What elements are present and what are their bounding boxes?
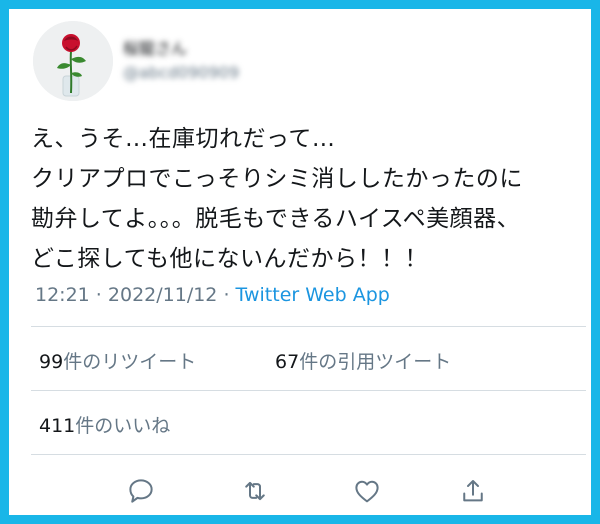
quotes-count: 67 <box>275 351 300 373</box>
share-icon <box>463 480 483 502</box>
author-display-name[interactable]: 桜龍さん <box>123 35 187 59</box>
tweet-line-4: どこ探しても他にないんだから！！！ <box>31 246 428 272</box>
retweet-button[interactable] <box>233 469 277 513</box>
divider <box>31 390 586 391</box>
likes-row: 411件のいいね <box>31 393 586 453</box>
tweet-line-2: クリアプロでこっそりシミ消ししたかったのに <box>31 166 523 192</box>
retweets-stat[interactable]: 99件のリツイート <box>39 347 196 374</box>
tweet-card: 桜龍さん @abcd090909 え、うそ…在庫切れだって… クリアプロでこっそ… <box>9 9 591 515</box>
share-button[interactable] <box>451 469 495 513</box>
tweet-time[interactable]: 12:21 <box>35 284 90 306</box>
tweet-metadata: 12:21 · 2022/11/12 · Twitter Web App <box>35 284 390 306</box>
like-icon <box>355 480 379 503</box>
meta-separator-2: · <box>217 284 236 306</box>
retweets-label: 件のリツイート <box>63 351 197 373</box>
tweet-source-link[interactable]: Twitter Web App <box>236 284 390 306</box>
retweets-count: 99 <box>39 351 64 373</box>
divider <box>31 454 586 455</box>
action-bar <box>31 469 586 513</box>
likes-count: 411 <box>39 415 76 437</box>
tweet-date[interactable]: 2022/11/12 <box>108 284 218 306</box>
likes-label: 件のいいね <box>75 415 171 437</box>
retweet-icon <box>245 481 265 501</box>
avatar[interactable] <box>33 21 113 101</box>
like-button[interactable] <box>345 469 389 513</box>
tweet-text: え、うそ…在庫切れだって… クリアプロでこっそりシミ消ししたかったのに 勘弁して… <box>31 119 586 279</box>
reply-icon <box>129 479 153 503</box>
quotes-stat[interactable]: 67件の引用ツイート <box>275 347 451 374</box>
stats-row: 99件のリツイート 67件の引用ツイート <box>31 329 586 389</box>
tweet-line-3: 勘弁してよ。。。脱毛もできるハイスペ美顔器、 <box>31 206 521 232</box>
quotes-label: 件の引用ツイート <box>299 351 452 373</box>
author-handle[interactable]: @abcd090909 <box>123 63 239 82</box>
tweet-line-1: え、うそ…在庫切れだって… <box>31 126 336 152</box>
meta-separator-1: · <box>89 284 108 306</box>
tweet-frame: 桜龍さん @abcd090909 え、うそ…在庫切れだって… クリアプロでこっそ… <box>0 0 600 524</box>
reply-button[interactable] <box>119 469 163 513</box>
likes-stat[interactable]: 411件のいいね <box>39 411 170 438</box>
rose-avatar-image <box>33 21 113 101</box>
divider <box>31 326 586 327</box>
